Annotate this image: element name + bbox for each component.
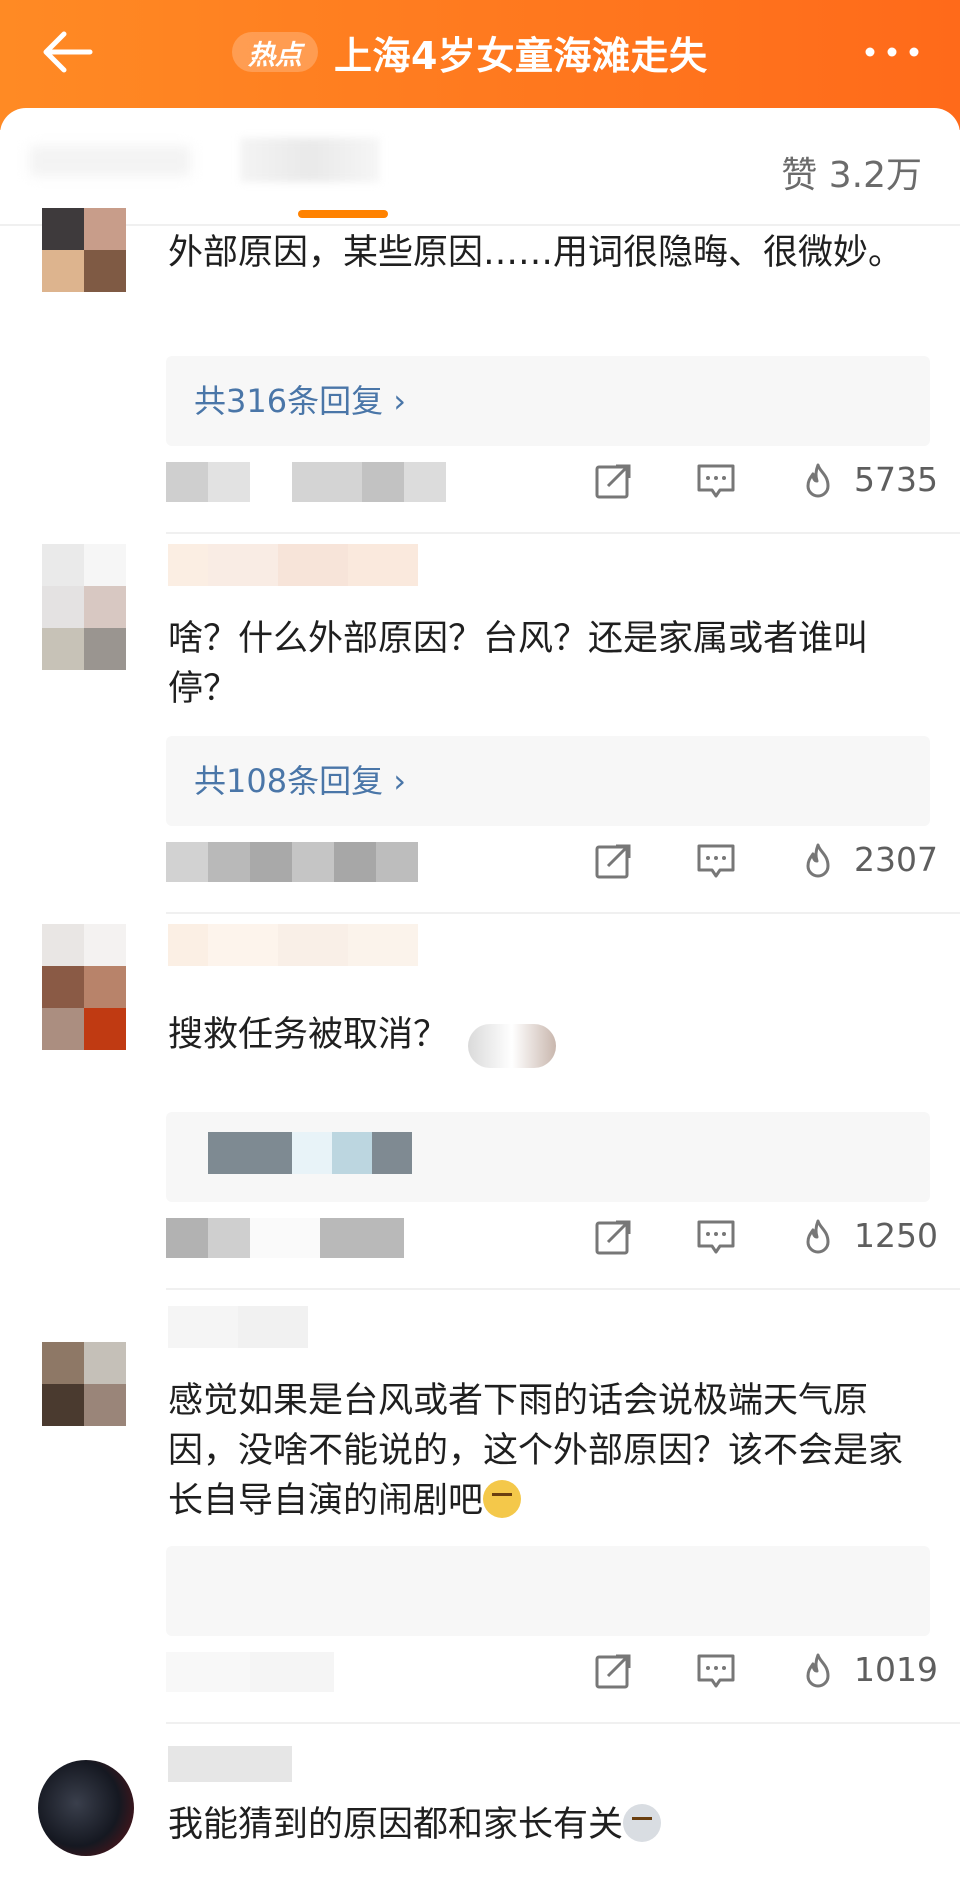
like-flame-icon[interactable]	[798, 842, 838, 880]
divider	[166, 1722, 960, 1724]
comment-text: 外部原因，某些原因……用词很隐晦、很微妙。	[168, 233, 904, 273]
reply-count-link[interactable]: 共316条回复 ›	[194, 376, 406, 422]
reply-box[interactable]: 共316条回复 ›	[166, 356, 930, 446]
arrow-left-icon	[43, 31, 93, 73]
blurred-username[interactable]	[168, 544, 418, 586]
comment-icon[interactable]	[696, 842, 736, 880]
avatar[interactable]	[42, 1342, 126, 1426]
comment-text: 我能猜到的原因都和家长有关	[168, 1800, 928, 1850]
blurred-tab[interactable]	[30, 146, 190, 176]
blurred-reply	[208, 1132, 412, 1174]
blurred-username[interactable]	[168, 1306, 308, 1348]
blurred-username[interactable]	[168, 924, 418, 966]
comment-text: 感觉如果是台风或者下雨的话会说极端天气原因，没啥不能说的，这个外部原因？该不会是…	[168, 1376, 928, 1526]
tab-indicator	[298, 210, 388, 218]
share-icon[interactable]	[594, 462, 634, 500]
doge-emoji-icon	[483, 1480, 522, 1518]
hot-badge: 热点	[232, 32, 318, 72]
blurred-username[interactable]	[168, 1746, 292, 1788]
divider	[0, 224, 960, 226]
blurred-tab-active[interactable]	[240, 138, 380, 182]
share-icon[interactable]	[594, 1652, 634, 1690]
blurred-meta	[166, 842, 418, 882]
sort-bar: 赞 3.2万	[0, 108, 960, 226]
comment-actions: 1019	[590, 1646, 938, 1694]
like-count: 5735	[854, 460, 938, 499]
blurred-meta	[166, 1218, 404, 1258]
avatar[interactable]	[38, 1760, 134, 1856]
avatar[interactable]	[42, 544, 126, 670]
comment-actions: 5735	[590, 456, 938, 504]
comment-actions: 1250	[590, 1212, 938, 1260]
comment-icon[interactable]	[696, 1218, 736, 1256]
reply-box[interactable]	[166, 1112, 930, 1202]
reply-box[interactable]: 共108条回复 ›	[166, 736, 930, 826]
comment-icon[interactable]	[696, 462, 736, 500]
comment-text: 搜救任务被取消？	[168, 1010, 928, 1068]
share-icon[interactable]	[594, 1218, 634, 1256]
comment-text-content: 我能猜到的原因都和家长有关	[168, 1805, 624, 1845]
like-flame-icon[interactable]	[798, 1652, 838, 1690]
avatar[interactable]	[42, 924, 126, 1050]
reply-count-link[interactable]: 共108条回复 ›	[194, 756, 406, 802]
comment-text-content: 搜救任务被取消？	[168, 1015, 449, 1055]
sticker-image	[468, 1024, 557, 1068]
comment-text: 啥？什么外部原因？台风？还是家属或者谁叫停？	[168, 619, 869, 709]
blurred-meta	[166, 462, 446, 502]
like-flame-icon[interactable]	[798, 1218, 838, 1256]
title-group: 热点 上海4岁女童海滩走失	[232, 26, 707, 78]
avatar[interactable]	[42, 208, 126, 292]
more-button[interactable]	[856, 28, 928, 76]
reply-box[interactable]	[166, 1546, 930, 1636]
comment-text-content: 感觉如果是台风或者下雨的话会说极端天气原因，没啥不能说的，这个外部原因？该不会是…	[168, 1381, 904, 1521]
comment-actions: 2307	[590, 836, 938, 884]
blurred-meta	[166, 1652, 334, 1692]
page-title: 上海4岁女童海滩走失	[334, 33, 708, 78]
divider	[166, 532, 960, 534]
like-count: 1019	[854, 1650, 938, 1689]
dog-emoji-icon	[623, 1804, 662, 1842]
comment-icon[interactable]	[696, 1652, 736, 1690]
likes-total: 赞 3.2万	[781, 155, 922, 196]
divider	[166, 1288, 960, 1290]
more-dots-icon	[865, 47, 919, 57]
divider	[166, 912, 960, 914]
like-count: 2307	[854, 840, 938, 879]
share-icon[interactable]	[594, 842, 634, 880]
like-count: 1250	[854, 1216, 938, 1255]
back-button[interactable]	[36, 24, 106, 80]
like-flame-icon[interactable]	[798, 462, 838, 500]
